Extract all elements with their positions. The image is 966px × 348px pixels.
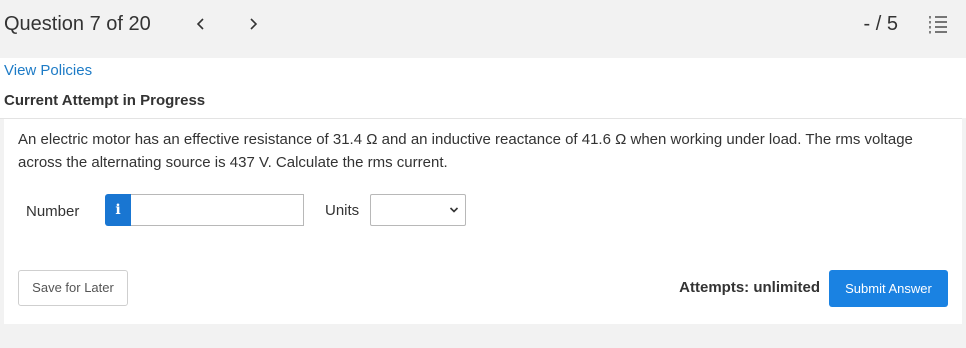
attempt-info: View Policies Current Attempt in Progres… [0, 58, 966, 118]
submit-answer-button[interactable]: Submit Answer [829, 270, 948, 307]
chevron-right-icon [250, 18, 258, 30]
number-input[interactable] [131, 194, 304, 226]
number-label: Number [26, 203, 80, 220]
next-question-button[interactable] [245, 14, 261, 34]
question-card: An electric motor has an effective resis… [4, 119, 962, 324]
view-policies-link[interactable]: View Policies [4, 62, 92, 79]
chevron-left-icon [196, 18, 204, 30]
question-text: An electric motor has an effective resis… [18, 131, 913, 171]
chevron-down-icon [449, 207, 459, 213]
question-list-button[interactable] [928, 14, 948, 34]
attempt-status-heading: Current Attempt in Progress [4, 92, 206, 109]
save-for-later-button[interactable]: Save for Later [18, 270, 128, 306]
previous-question-button[interactable] [193, 14, 209, 34]
info-icon[interactable]: i [105, 194, 131, 226]
question-list-icon [929, 16, 947, 34]
question-counter: Question 7 of 20 [4, 13, 151, 35]
attempts-remaining: Attempts: unlimited [679, 279, 820, 296]
question-header: Question 7 of 20 - / 5 [0, 0, 966, 58]
units-dropdown[interactable] [370, 194, 466, 226]
units-label: Units [325, 202, 360, 219]
question-score: - / 5 [863, 13, 898, 35]
